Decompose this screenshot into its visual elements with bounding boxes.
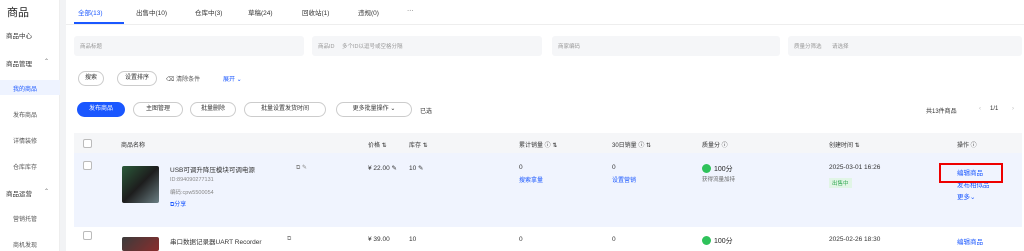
prev-page-icon[interactable]: ‹ <box>979 106 981 112</box>
search-traffic-link[interactable]: 搜索拿量 <box>519 175 543 184</box>
tab-underline <box>74 22 124 24</box>
status-badge: 出售中 <box>829 178 852 188</box>
highlight-box <box>939 163 1003 183</box>
sidebar-item-ops[interactable]: 商品运营 <box>6 188 32 198</box>
product-thumbnail[interactable] <box>122 237 159 251</box>
batch-ship-button[interactable]: 批量设置发货时间 <box>244 102 326 117</box>
select-all-checkbox[interactable] <box>83 139 92 148</box>
sidebar-item-warehouse[interactable]: 仓库库存 <box>13 162 37 171</box>
tab-on-sale[interactable]: 出售中(10) <box>136 7 167 17</box>
product-name[interactable]: USB可调升降压模块可调电源 <box>170 164 255 174</box>
table-row: USB可调升降压模块可调电源 ⧉ ✎ ID:894090277131 编码:cp… <box>74 153 1022 227</box>
quality-score: 100分 <box>714 166 733 173</box>
next-page-icon[interactable]: › <box>1012 106 1014 112</box>
chevron-up-icon[interactable]: ⌃ <box>44 188 49 195</box>
product-id-field[interactable]: 商品ID 多个ID以逗号或空格分隔 <box>312 36 542 56</box>
tab-warehouse[interactable]: 仓库中(3) <box>195 7 222 17</box>
more-ops-link[interactable]: 更多⌄ <box>957 191 975 201</box>
price-value: ¥ 39.00 <box>368 236 390 243</box>
chevron-up-icon[interactable]: ⌃ <box>44 58 49 65</box>
quality-good-icon <box>702 236 711 245</box>
merchant-code-field[interactable]: 商家编码 <box>552 36 780 56</box>
sales-value: 0 <box>519 236 523 243</box>
clear-filters-link[interactable]: ⌫ 清除条件 <box>166 74 200 83</box>
sales30-value: 0 <box>612 236 616 243</box>
edit-name-icon[interactable]: ⧉ ✎ <box>296 164 307 172</box>
product-name[interactable]: 串口数据记录器UART Recorder <box>170 236 262 246</box>
table-row: 串口数据记录器UART Recorder ⧉ ¥ 39.00 10 0 0 10… <box>74 227 1022 251</box>
tab-all[interactable]: 全部(13) <box>78 7 103 17</box>
row-checkbox[interactable] <box>83 231 92 240</box>
col-quality: 质量分 ⓘ <box>702 143 728 149</box>
quality-note: 获得流量加持 <box>702 177 736 183</box>
sort-button[interactable]: 设置排序 <box>117 71 157 86</box>
row-checkbox[interactable] <box>83 161 92 170</box>
sidebar: 商品 商品中心 商品管理 ⌃ 我的商品 发布商品 详情装修 仓库库存 商品运营 … <box>0 0 60 251</box>
set-marketing-link[interactable]: 设置营销 <box>612 175 636 184</box>
col-sales30[interactable]: 30日销量 ⓘ ⇅ <box>612 140 651 149</box>
col-stock[interactable]: 库存 ⇅ <box>409 140 428 149</box>
created-time: 2025-02-26 18:30 <box>829 236 881 243</box>
product-id: ID:894090277131 <box>170 177 214 183</box>
main-panel: 全部(13) 出售中(10) 仓库中(3) 草稿(24) 回收站(1) 违规(0… <box>66 0 1024 251</box>
tab-violation[interactable]: 违规(0) <box>358 7 379 17</box>
sidebar-item-detail[interactable]: 详情装修 <box>13 136 37 145</box>
col-sales[interactable]: 累计销量 ⓘ ⇅ <box>519 140 557 149</box>
stock-value: 10 <box>409 236 417 243</box>
sidebar-item-ship[interactable]: 商机发现 <box>13 240 37 249</box>
publish-button[interactable]: 发布商品 <box>77 102 125 117</box>
product-title-field[interactable]: 商品标题 <box>74 36 304 56</box>
batch-delete-button[interactable]: 批量删除 <box>190 102 236 117</box>
stock-value[interactable]: 10 ✎ <box>409 164 424 172</box>
quality-score: 100分 <box>714 238 733 245</box>
share-link[interactable]: ⧉分享 <box>170 199 186 209</box>
edit-product-link[interactable]: 编辑商品 <box>957 236 983 246</box>
sidebar-item-my-goods[interactable]: 我的商品 <box>13 84 37 93</box>
quality-good-icon <box>702 164 711 173</box>
sales-value: 0 <box>519 164 523 171</box>
total-count: 共13件商品 <box>926 109 957 115</box>
created-time: 2025-03-01 16:26 <box>829 164 881 171</box>
main-image-button[interactable]: 主图管理 <box>133 102 183 117</box>
tab-draft[interactable]: 草稿(24) <box>248 7 273 17</box>
sidebar-item-manage[interactable]: 商品管理 <box>6 58 32 68</box>
search-button[interactable]: 搜索 <box>78 71 104 86</box>
sales30-value: 0 <box>612 164 616 171</box>
quality-score-select[interactable]: 质量分筛选 请选择 <box>788 36 1022 56</box>
col-ops: 操作 ⓘ <box>957 143 977 149</box>
selected-count: 已选 <box>420 109 433 115</box>
tab-recycle[interactable]: 回收站(1) <box>302 7 329 17</box>
price-value[interactable]: ¥ 22.00 ✎ <box>368 164 397 172</box>
sidebar-item-center[interactable]: 商品中心 <box>6 30 32 40</box>
table-header: 商品名称 价格 ⇅ 库存 ⇅ 累计销量 ⓘ ⇅ 30日销量 ⓘ ⇅ 质量分 ⓘ … <box>74 133 1022 153</box>
sidebar-title: 商品 <box>7 7 29 19</box>
sidebar-item-marketing[interactable]: 营销托管 <box>13 214 37 223</box>
copy-icon[interactable]: ⧉ <box>287 236 291 243</box>
col-name: 商品名称 <box>121 143 146 149</box>
sidebar-item-publish[interactable]: 发布商品 <box>13 110 37 119</box>
tab-more[interactable]: ··· <box>407 7 414 14</box>
col-price[interactable]: 价格 ⇅ <box>368 140 387 149</box>
expand-filters-link[interactable]: 展开 ⌄ <box>223 74 242 83</box>
tab-bar: 全部(13) 出售中(10) 仓库中(3) 草稿(24) 回收站(1) 违规(0… <box>66 0 1024 25</box>
col-created[interactable]: 创建时间 ⇅ <box>829 140 860 149</box>
page-indicator: 1/1 <box>990 106 999 112</box>
product-code: 编码:cpw5500054 <box>170 190 214 196</box>
product-thumbnail[interactable] <box>122 166 159 203</box>
more-batch-button[interactable]: 更多批量操作 ⌄ <box>336 102 412 117</box>
